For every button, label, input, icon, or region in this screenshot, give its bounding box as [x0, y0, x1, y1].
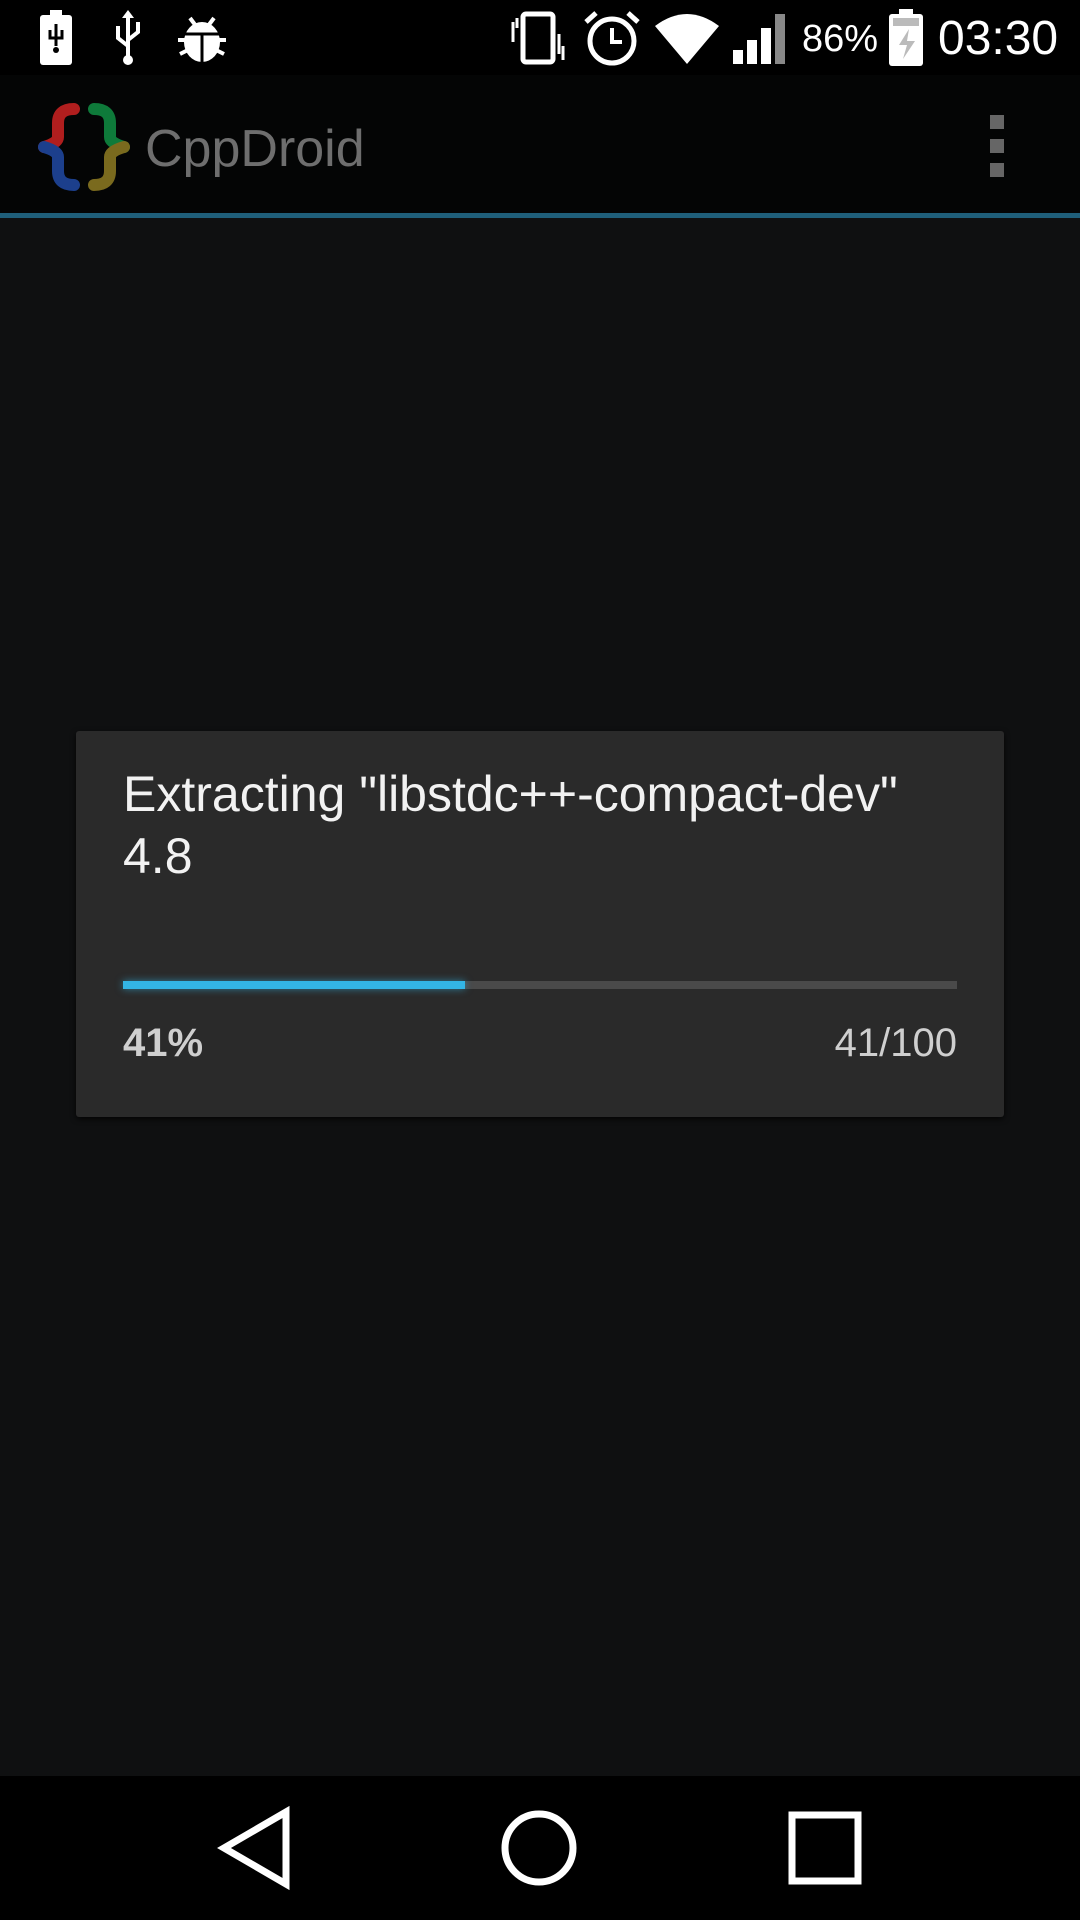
wifi-icon	[652, 8, 722, 68]
battery-percent: 86%	[802, 18, 879, 60]
status-bar: 86% 03:30	[0, 0, 1080, 75]
home-icon[interactable]	[489, 1798, 589, 1898]
vibrate-icon	[506, 8, 570, 68]
bug-icon	[174, 8, 230, 68]
progress-dialog: Extracting "libstdc++-compact-dev" 4.8 4…	[76, 731, 1004, 1117]
app-logo-icon	[36, 103, 132, 191]
back-icon[interactable]	[206, 1798, 306, 1898]
battery-icon	[886, 8, 926, 68]
battery-charging-icon	[36, 8, 76, 68]
progress-percent: 41%	[123, 1021, 204, 1065]
recents-icon[interactable]	[775, 1798, 875, 1898]
progress-count: 41/100	[834, 1021, 957, 1065]
progress-bar	[123, 981, 957, 989]
app-title: CppDroid	[145, 120, 365, 178]
alarm-icon	[582, 8, 642, 68]
overflow-menu-icon[interactable]	[972, 111, 1020, 181]
signal-icon	[730, 8, 794, 68]
progress-bar-fill	[123, 981, 465, 989]
screen: 86% 03:30 CppDroid Extracting "libstdc++…	[0, 0, 1080, 1920]
usb-icon	[108, 8, 148, 68]
dialog-message: Extracting "libstdc++-compact-dev" 4.8	[123, 766, 898, 884]
clock: 03:30	[938, 12, 1059, 65]
action-bar-divider	[0, 213, 1080, 218]
navigation-bar	[0, 1776, 1080, 1920]
action-bar: CppDroid	[0, 75, 1080, 215]
